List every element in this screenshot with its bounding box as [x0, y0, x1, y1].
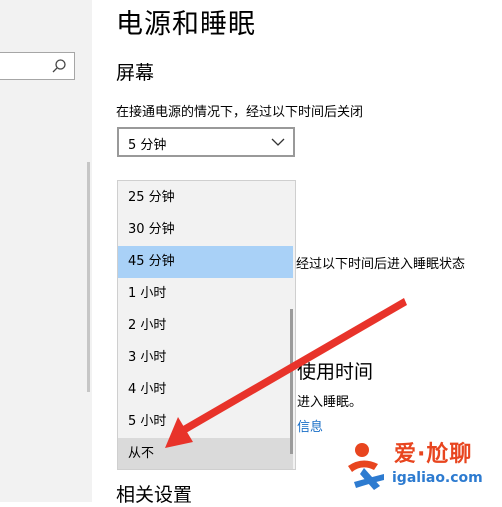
- chevron-down-icon: [271, 138, 285, 146]
- battery-info-link[interactable]: 信息: [297, 416, 323, 435]
- watermark-brand: 爱·尬聊: [394, 442, 473, 467]
- dropdown-option-2h[interactable]: 2 小时: [118, 310, 293, 342]
- dropdown-option-1h[interactable]: 1 小时: [118, 278, 293, 310]
- dropdown-scrollbar[interactable]: [290, 309, 293, 454]
- related-settings-title: 相关设置: [116, 484, 193, 506]
- dropdown-option-never[interactable]: 从不: [118, 438, 293, 469]
- battery-section-title: 使用时间: [297, 361, 374, 383]
- dropdown-option-4h[interactable]: 4 小时: [118, 374, 293, 406]
- timeout-dropdown-list[interactable]: 25 分钟 30 分钟 45 分钟 1 小时 2 小时 3 小时 4 小时 5 …: [117, 180, 296, 470]
- screen-timeout-label: 在接通电源的情况下，经过以下时间后关闭: [116, 105, 364, 120]
- dropdown-option-3h[interactable]: 3 小时: [118, 342, 293, 374]
- search-input[interactable]: [0, 52, 75, 80]
- watermark-logo: [348, 443, 384, 490]
- page-title: 电源和睡眠: [116, 9, 256, 40]
- dropdown-option-25min[interactable]: 25 分钟: [118, 182, 293, 214]
- screen-timeout-select[interactable]: 5 分钟: [117, 127, 295, 157]
- search-icon[interactable]: [50, 57, 68, 75]
- dropdown-option-45min[interactable]: 45 分钟: [118, 246, 293, 278]
- settings-sidebar: [0, 0, 92, 502]
- sleep-timeout-label: 经过以下时间后进入睡眠状态: [296, 257, 466, 272]
- watermark-url: igaliao.com: [392, 470, 483, 486]
- screen-section-title: 屏幕: [116, 62, 155, 84]
- dropdown-option-30min[interactable]: 30 分钟: [118, 214, 293, 246]
- sidebar-scrollbar[interactable]: [87, 162, 90, 392]
- watermark: 爱·尬聊 igaliao.com: [342, 436, 502, 502]
- battery-description: 进入睡眠。: [297, 395, 363, 410]
- select-value: 5 分钟: [128, 138, 167, 153]
- dropdown-option-5h[interactable]: 5 小时: [118, 406, 293, 438]
